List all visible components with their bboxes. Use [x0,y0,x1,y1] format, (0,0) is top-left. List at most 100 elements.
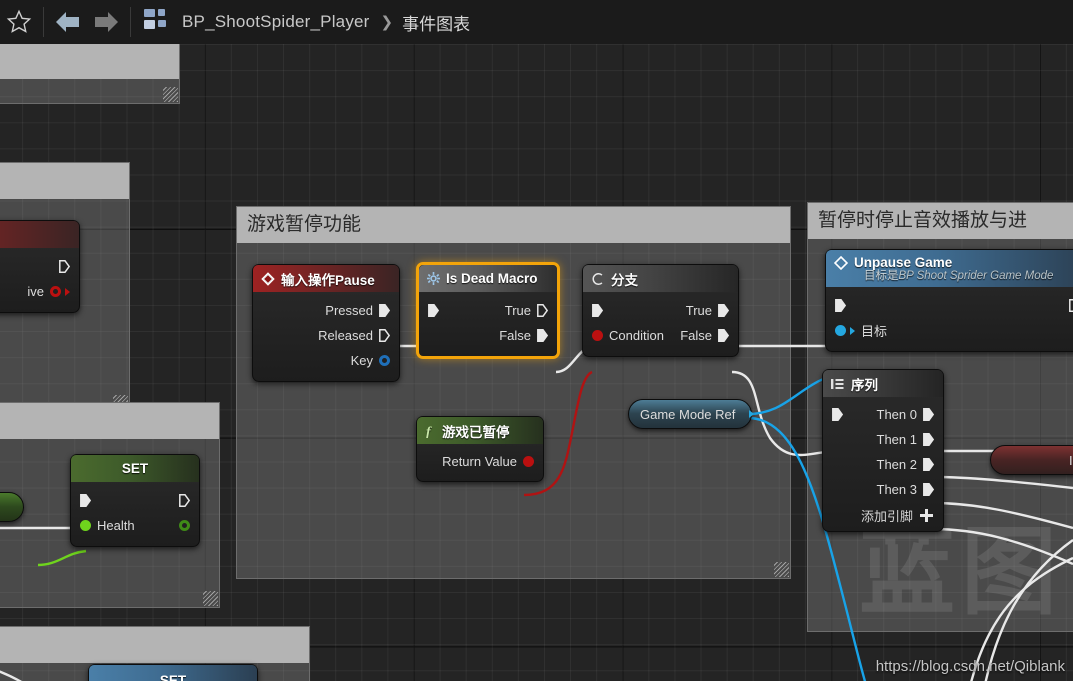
pin-label: Pressed [325,303,373,318]
node-subtitle-target: BP Shoot Sprider Game Mode [898,270,1054,282]
node-header: Unpause Game 目标是BP Shoot Sprider Game Mo… [826,250,1073,287]
forward-button[interactable] [87,3,125,41]
node-is-game-paused[interactable]: f 游戏已暂停 Return Value [416,416,544,482]
exec-pin-out[interactable] [537,304,548,317]
node-title: SET [121,461,149,476]
pin-row-false: False [419,323,557,348]
pin-row: ive [0,279,79,304]
node-body: Pressed Released Key [253,292,399,381]
back-button[interactable] [49,3,87,41]
breadcrumb-asset-name[interactable]: BP_ShootSpider_Player [182,12,370,32]
bool-pin-out[interactable] [523,456,534,467]
struct-pin-out[interactable] [379,355,390,366]
breadcrumb: BP_ShootSpider_Player ❯ 事件图表 [144,8,470,36]
node-header: 序列 [823,370,943,397]
pin-label: False [499,328,531,343]
pin-label: Condition [609,328,664,343]
exec-pin-out[interactable] [923,483,934,496]
toolbar-separator [43,7,44,37]
bool-pin-out[interactable] [50,286,61,297]
node-input-action-pause[interactable]: 输入操作Pause Pressed Released Key [252,264,400,382]
float-pin-in[interactable] [80,520,91,531]
node-header: 输入操作Pause [253,265,399,292]
pin-arrow [850,326,855,335]
pin-row: Health [71,513,199,538]
exec-pin-out[interactable] [923,433,934,446]
node-game-mode-ref[interactable]: Game Mode Ref [628,399,755,429]
pin-label: False [680,328,712,343]
exec-pin-out[interactable] [718,304,729,317]
breadcrumb-graph-name[interactable]: 事件图表 [402,10,470,35]
comment-title [0,163,129,199]
exec-pin-in[interactable] [592,304,603,317]
float-pin-out[interactable] [179,520,190,531]
node-is-firing-variable[interactable]: Is Firin [990,445,1073,475]
node-body: True Condition False [583,292,738,356]
pin-row-true: True [583,298,738,323]
pin-label: True [504,303,531,318]
exec-pin-in[interactable] [832,408,843,421]
exec-pin-out[interactable] [379,329,390,342]
arrow-left-icon [56,12,79,32]
node-set-bottom[interactable]: SET [88,664,258,681]
exec-pin-out[interactable] [1069,299,1073,312]
add-pin-button[interactable]: 添加引脚 [823,502,943,525]
node-body: ive [0,248,79,312]
arrow-right-icon [95,12,118,32]
node-unpause-game[interactable]: Unpause Game 目标是BP Shoot Sprider Game Mo… [825,249,1073,352]
node-set-health[interactable]: SET Health [70,454,200,547]
pin-row-exec [826,293,1073,318]
exec-pin-out[interactable] [923,408,934,421]
node-body: 目标 [826,287,1073,351]
pin-row [71,488,199,513]
pin-row-then-2: Then 2 [823,452,943,477]
blueprint-grid-icon[interactable] [144,8,170,36]
toolbar-separator [130,7,131,37]
comment-title [0,403,219,439]
pin-label: Then 2 [876,457,917,472]
variable-label: Is Firin [1069,452,1073,468]
node-title: 游戏已暂停 [442,424,510,440]
svg-text:f: f [426,425,432,438]
node-is-dead-macro[interactable]: Is Dead Macro True False [416,262,560,359]
exec-pin-in[interactable] [835,299,846,312]
comment-resize-handle[interactable] [163,87,178,102]
editor-toolbar: BP_ShootSpider_Player ❯ 事件图表 [0,0,1073,44]
node-subtitle-prefix: 目标是 [864,270,899,282]
node-partial-is-alive[interactable]: ive [0,220,80,313]
node-title: 序列 [851,377,878,393]
pin-row-target: 目标 [826,318,1073,343]
node-sequence[interactable]: 序列 Then 0 Then 1 Then 2 Then 3 添加引脚 [822,369,944,532]
event-graph-canvas[interactable]: 游戏暂停功能 暂停时停止音效播放与进 ive SET Health SET 输入… [0,42,1073,681]
bool-pin-in[interactable] [592,330,603,341]
node-subtitle: 目标是BP Shoot Sprider Game Mode [834,267,1061,287]
exec-pin-out[interactable] [923,458,934,471]
exec-pin-out[interactable] [718,329,729,342]
pin-row-condition: Condition False [583,323,738,348]
object-pin-in[interactable] [835,325,846,336]
comment-resize-handle[interactable] [203,591,218,606]
exec-pin-out[interactable] [59,260,70,273]
exec-pin-in[interactable] [428,304,439,317]
exec-pin-out[interactable] [179,494,190,507]
node-branch[interactable]: 分支 True Condition False [582,264,739,357]
pin-label: Then 0 [876,407,917,422]
pin-label: ive [27,284,44,299]
exec-pin-in[interactable] [80,494,91,507]
comment-title: 暂停时停止音效播放与进 [808,203,1073,239]
pin-row-then-1: Then 1 [823,427,943,452]
pin-row-then-0: Then 0 [823,402,943,427]
comment-resize-handle[interactable] [774,562,789,577]
exec-pin-out[interactable] [537,329,548,342]
pin-arrow [749,410,755,418]
comment-box-left-upper[interactable] [0,42,180,104]
exec-pin-out[interactable] [379,304,390,317]
comment-title [0,627,309,663]
favorite-star-icon[interactable] [0,3,38,41]
pin-label: Health [97,518,135,533]
plus-icon [920,509,933,522]
node-title: 分支 [611,272,638,288]
node-title: 输入操作Pause [281,272,375,288]
comment-title [0,43,179,79]
node-body: Then 0 Then 1 Then 2 Then 3 添加引脚 [823,397,943,531]
